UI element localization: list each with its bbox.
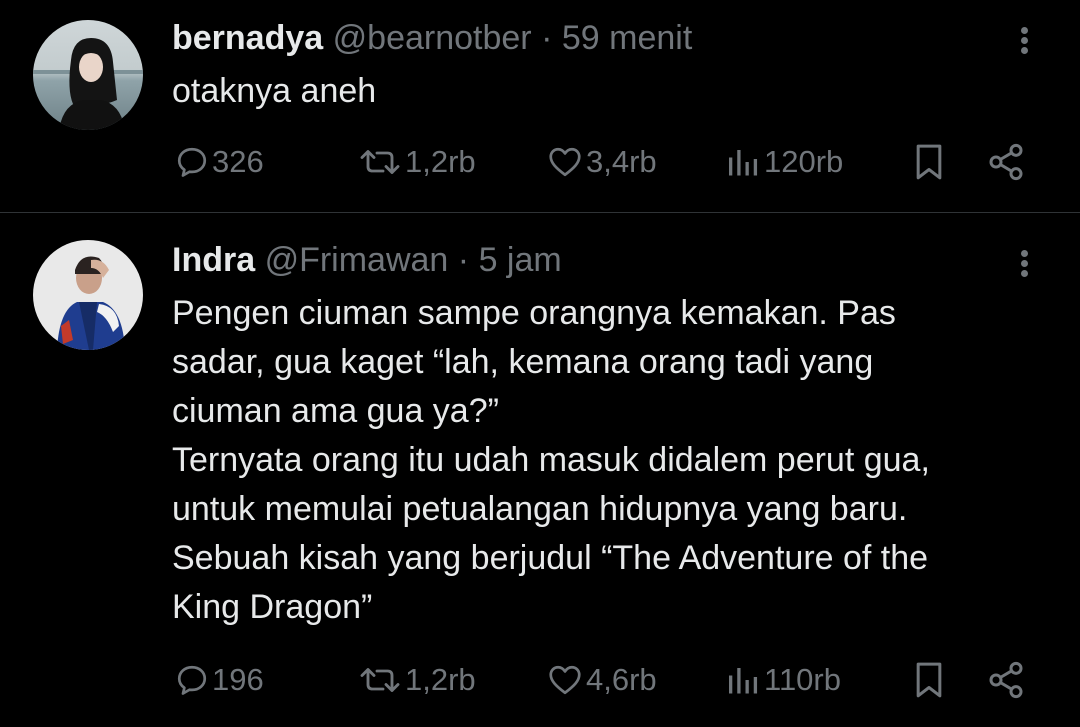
repost-icon (360, 150, 400, 174)
reply-icon (177, 147, 207, 177)
tweet-text-line: otaknya aneh (172, 72, 377, 110)
tweet-text: Pengen ciuman sampe orangnya kemakan. Pa… (172, 289, 1052, 632)
author-name[interactable]: Indra (172, 241, 255, 279)
repost-button[interactable]: 1,2rb (357, 658, 476, 702)
tweet[interactable]: Indra @Frimawan · 5 jam Pengen ciuman sa… (0, 213, 1080, 727)
views-icon (729, 668, 758, 694)
tweet-header: Indra @Frimawan · 5 jam (172, 240, 562, 280)
bookmark-icon (916, 144, 942, 180)
like-button[interactable]: 4,6rb (546, 658, 657, 702)
author-handle[interactable]: @bearnotber (333, 19, 532, 57)
author-name[interactable]: bernadya (172, 19, 323, 57)
repost-count: 1,2rb (405, 662, 476, 697)
repost-icon (360, 668, 400, 692)
reply-button[interactable]: 326 (174, 140, 264, 184)
tweet-text-line: ciuman ama gua ya?” (172, 392, 499, 430)
tweet-text-line: Sebuah kisah yang berjudul “The Adventur… (172, 539, 929, 577)
share-button[interactable] (986, 140, 1026, 184)
views-count: 110rb (764, 662, 841, 697)
tweet-text: otaknya aneh (172, 67, 1052, 116)
views-button[interactable]: 120rb (726, 140, 843, 184)
repost-count: 1,2rb (405, 144, 476, 179)
avatar[interactable] (33, 20, 143, 130)
share-button[interactable] (986, 658, 1026, 702)
like-icon (549, 147, 581, 177)
views-icon (729, 150, 758, 176)
timestamp[interactable]: 59 menit (562, 19, 692, 57)
avatar-photo (33, 240, 143, 350)
reply-count: 326 (212, 144, 264, 179)
tweet-header: bernadya @bearnotber · 59 menit (172, 18, 692, 58)
bookmark-button[interactable] (912, 658, 946, 702)
like-button[interactable]: 3,4rb (546, 140, 657, 184)
separator-dot: · (457, 241, 470, 279)
bookmark-icon (916, 662, 942, 698)
reply-button[interactable]: 196 (174, 658, 264, 702)
share-icon (989, 143, 1023, 181)
author-handle[interactable]: @Frimawan (265, 241, 449, 279)
timestamp[interactable]: 5 jam (479, 241, 562, 279)
more-icon[interactable] (1012, 20, 1036, 60)
avatar-photo (33, 20, 143, 130)
tweet-text-line: sadar, gua kaget “lah, kemana orang tadi… (172, 343, 874, 381)
repost-button[interactable]: 1,2rb (357, 140, 476, 184)
avatar[interactable] (33, 240, 143, 350)
tweet-text-line: Pengen ciuman sampe orangnya kemakan. Pa… (172, 294, 896, 332)
reply-icon (177, 665, 207, 695)
tweet-text-line: untuk memulai petualangan hidupnya yang … (172, 490, 908, 528)
action-bar: 196 1,2rb 4,6rb 110rb (0, 658, 1080, 702)
reply-count: 196 (212, 662, 264, 697)
like-icon (549, 665, 581, 695)
views-button[interactable]: 110rb (726, 658, 841, 702)
action-bar: 326 1,2rb 3,4rb 120rb (0, 140, 1080, 184)
like-count: 4,6rb (586, 662, 657, 697)
separator-dot: · (541, 19, 553, 57)
share-icon (989, 661, 1023, 699)
tweet-text-line: King Dragon” (172, 588, 373, 626)
views-count: 120rb (764, 144, 844, 179)
tweet-text-line: Ternyata orang itu udah masuk didalem pe… (172, 441, 930, 479)
tweet[interactable]: bernadya @bearnotber · 59 menit otaknya … (0, 0, 1080, 212)
bookmark-button[interactable] (912, 140, 946, 184)
more-icon[interactable] (1012, 243, 1036, 283)
like-count: 3,4rb (586, 144, 657, 179)
